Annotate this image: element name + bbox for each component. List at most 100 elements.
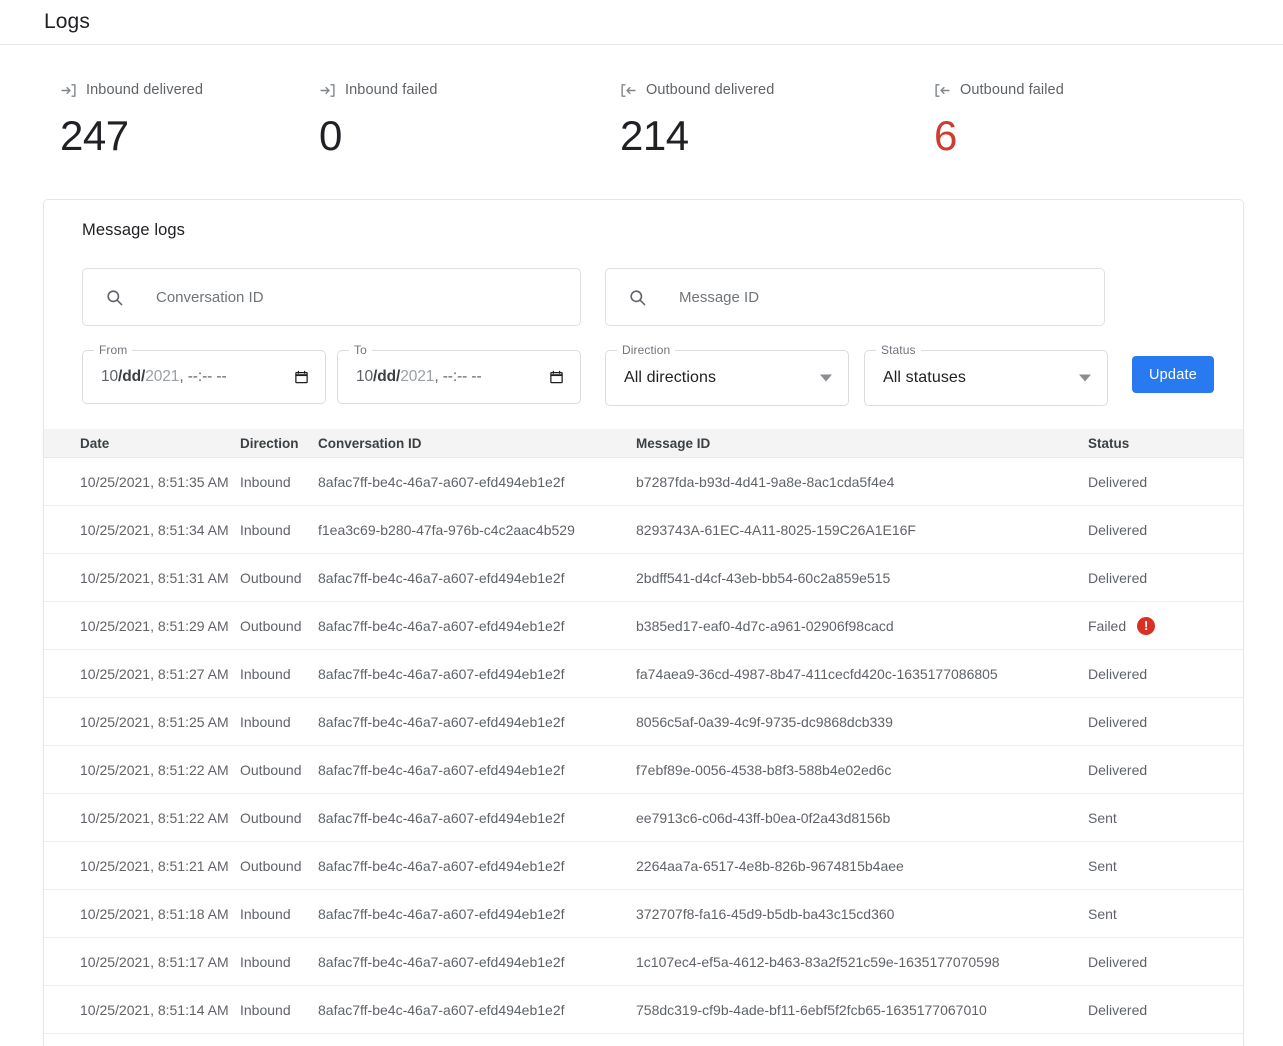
stat-header: Outbound failed xyxy=(934,80,1222,100)
status-text: Delivered xyxy=(1088,954,1147,970)
table-row[interactable]: 10/25/2021, 8:51:18 AMInbound8afac7ff-be… xyxy=(44,890,1243,938)
cell-message-id: fa74aea9-36cd-4987-8b47-411cecfd420c-163… xyxy=(636,666,1088,682)
to-datetime-value[interactable]: 10/dd/2021, --:-- -- xyxy=(338,368,482,386)
search-icon xyxy=(628,288,647,307)
cell-direction: Inbound xyxy=(240,714,318,730)
chevron-down-icon[interactable] xyxy=(1079,375,1091,382)
cell-direction: Outbound xyxy=(240,570,318,586)
table-row[interactable]: 10/25/2021, 8:51:31 AMOutbound8afac7ff-b… xyxy=(44,554,1243,602)
status-text: Delivered xyxy=(1088,522,1147,538)
from-time[interactable]: , --:-- -- xyxy=(179,368,226,385)
cell-status: Sent xyxy=(1088,858,1208,874)
stat-value: 0 xyxy=(319,115,617,157)
stat-header: Inbound delivered xyxy=(60,80,312,100)
cell-conversation-id: 8afac7ff-be4c-46a7-a607-efd494eb1e2f xyxy=(318,810,636,826)
cell-status: Delivered xyxy=(1088,762,1208,778)
cell-date: 10/25/2021, 8:51:29 AM xyxy=(44,618,240,634)
table-row[interactable]: 10/25/2021, 8:51:25 AMInbound8afac7ff-be… xyxy=(44,698,1243,746)
cell-direction: Inbound xyxy=(240,954,318,970)
cell-conversation-id: 8afac7ff-be4c-46a7-a607-efd494eb1e2f xyxy=(318,1002,636,1018)
logs-page: Logs Inbound delivered 247 xyxy=(0,0,1283,1046)
cell-direction: Inbound xyxy=(240,474,318,490)
cell-conversation-id: 8afac7ff-be4c-46a7-a607-efd494eb1e2f xyxy=(318,714,636,730)
cell-message-id: b385ed17-eaf0-4d7c-a961-02906f98cacd xyxy=(636,618,1088,634)
to-year[interactable]: 2021 xyxy=(400,368,434,385)
search-row xyxy=(44,240,1243,326)
status-text: Sent xyxy=(1088,810,1117,826)
table-row[interactable]: 10/25/2021, 8:51:21 AMOutbound8afac7ff-b… xyxy=(44,842,1243,890)
status-value: All statuses xyxy=(865,369,966,387)
update-button[interactable]: Update xyxy=(1132,356,1214,393)
from-label: From xyxy=(94,343,132,357)
message-id-input[interactable] xyxy=(647,269,1104,325)
conversation-id-search[interactable] xyxy=(82,268,581,326)
table-row[interactable]: 10/25/2021, 8:51:22 AMOutbound8afac7ff-b… xyxy=(44,746,1243,794)
stat-value: 6 xyxy=(934,115,1222,157)
cell-conversation-id: 8afac7ff-be4c-46a7-a607-efd494eb1e2f xyxy=(318,474,636,490)
cell-date: 10/25/2021, 8:51:27 AM xyxy=(44,666,240,682)
cell-message-id: 8293743A-61EC-4A11-8025-159C26A1E16F xyxy=(636,522,1088,538)
cell-date: 10/25/2021, 8:51:31 AM xyxy=(44,570,240,586)
cell-date: 10/25/2021, 8:51:21 AM xyxy=(44,858,240,874)
cell-status: Delivered xyxy=(1088,714,1208,730)
calendar-icon[interactable] xyxy=(294,370,309,385)
from-month[interactable]: 10 xyxy=(101,368,118,385)
to-datetime-field[interactable]: To 10/dd/2021, --:-- -- xyxy=(337,350,581,404)
conversation-id-input[interactable] xyxy=(124,269,580,325)
cell-message-id: 1c107ec4-ef5a-4612-b463-83a2f521c59e-163… xyxy=(636,954,1088,970)
to-month[interactable]: 10 xyxy=(356,368,373,385)
table-row[interactable]: 10/25/2021, 8:51:27 AMInbound8afac7ff-be… xyxy=(44,650,1243,698)
stat-outbound-failed: Outbound failed 6 xyxy=(922,80,1222,195)
message-logs-table: Date Direction Conversation ID Message I… xyxy=(44,429,1243,1034)
table-header-row: Date Direction Conversation ID Message I… xyxy=(44,429,1243,458)
direction-select[interactable]: Direction All directions xyxy=(605,350,849,406)
cell-status: Delivered xyxy=(1088,522,1208,538)
to-day[interactable]: dd xyxy=(377,368,396,385)
error-icon[interactable]: ! xyxy=(1137,617,1155,635)
cell-conversation-id: 8afac7ff-be4c-46a7-a607-efd494eb1e2f xyxy=(318,618,636,634)
from-year[interactable]: 2021 xyxy=(145,368,179,385)
table-row[interactable]: 10/25/2021, 8:51:22 AMOutbound8afac7ff-b… xyxy=(44,794,1243,842)
cell-status: Delivered xyxy=(1088,954,1208,970)
chevron-down-icon[interactable] xyxy=(820,375,832,382)
to-time[interactable]: , --:-- -- xyxy=(434,368,481,385)
status-select[interactable]: Status All statuses xyxy=(864,350,1108,406)
table-row[interactable]: 10/25/2021, 8:51:14 AMInbound8afac7ff-be… xyxy=(44,986,1243,1034)
column-header-conversation-id: Conversation ID xyxy=(318,436,636,451)
arrow-into-bracket-icon xyxy=(60,82,77,99)
stat-header: Outbound delivered xyxy=(620,80,922,100)
table-body: 10/25/2021, 8:51:35 AMInbound8afac7ff-be… xyxy=(44,458,1243,1034)
table-row[interactable]: 10/25/2021, 8:51:34 AMInboundf1ea3c69-b2… xyxy=(44,506,1243,554)
cell-date: 10/25/2021, 8:51:17 AM xyxy=(44,954,240,970)
status-text: Sent xyxy=(1088,906,1117,922)
calendar-icon[interactable] xyxy=(549,370,564,385)
table-row[interactable]: 10/25/2021, 8:51:17 AMInbound8afac7ff-be… xyxy=(44,938,1243,986)
table-row[interactable]: 10/25/2021, 8:51:29 AMOutbound8afac7ff-b… xyxy=(44,602,1243,650)
stats-strip: Inbound delivered 247 Inbound failed 0 xyxy=(0,45,1283,195)
cell-status: Delivered xyxy=(1088,570,1208,586)
cell-direction: Inbound xyxy=(240,666,318,682)
cell-direction: Outbound xyxy=(240,762,318,778)
cell-status: Sent xyxy=(1088,810,1208,826)
column-header-direction: Direction xyxy=(240,436,318,451)
card-title: Message logs xyxy=(44,200,1243,240)
cell-date: 10/25/2021, 8:51:25 AM xyxy=(44,714,240,730)
search-icon xyxy=(105,288,124,307)
cell-direction: Outbound xyxy=(240,858,318,874)
table-row[interactable]: 10/25/2021, 8:51:35 AMInbound8afac7ff-be… xyxy=(44,458,1243,506)
cell-conversation-id: 8afac7ff-be4c-46a7-a607-efd494eb1e2f xyxy=(318,570,636,586)
cell-status: Delivered xyxy=(1088,474,1208,490)
message-logs-card: Message logs xyxy=(43,199,1244,1046)
cell-status: Delivered xyxy=(1088,1002,1208,1018)
status-text: Sent xyxy=(1088,858,1117,874)
message-id-search[interactable] xyxy=(605,268,1105,326)
cell-direction: Inbound xyxy=(240,522,318,538)
status-text: Failed xyxy=(1088,618,1126,634)
from-day[interactable]: dd xyxy=(122,368,141,385)
direction-value: All directions xyxy=(606,369,716,387)
stat-inbound-failed: Inbound failed 0 xyxy=(312,80,617,195)
cell-conversation-id: 8afac7ff-be4c-46a7-a607-efd494eb1e2f xyxy=(318,954,636,970)
from-datetime-value[interactable]: 10/dd/2021, --:-- -- xyxy=(83,368,227,386)
from-datetime-field[interactable]: From 10/dd/2021, --:-- -- xyxy=(82,350,326,404)
column-header-date: Date xyxy=(44,436,240,451)
